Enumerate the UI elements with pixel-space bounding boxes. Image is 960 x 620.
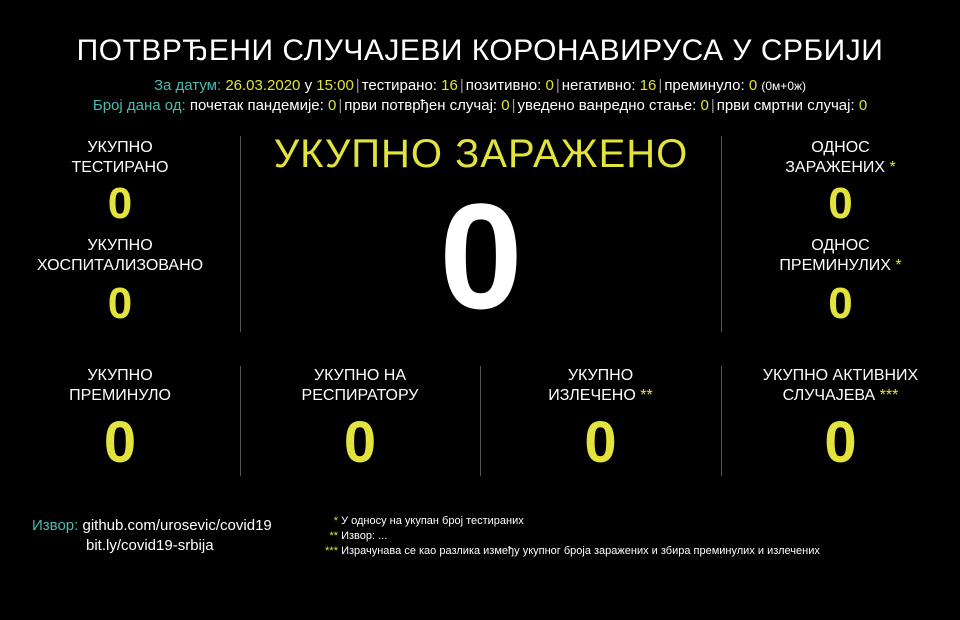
- page-title: ПОТВРЂЕНИ СЛУЧАЈЕВИ КОРОНАВИРУСА У СРБИЈ…: [76, 34, 884, 67]
- footnote: *** Израчунава се као разлика између уку…: [318, 544, 820, 559]
- emergency-value: 0: [700, 97, 709, 114]
- footnote-mark: **: [640, 387, 653, 404]
- deceased-value: 0: [748, 77, 758, 94]
- stat-deceased-ratio: ОДНОС ПРЕМИНУЛИХ * 0: [721, 236, 960, 328]
- date-label: За датум:: [153, 77, 222, 94]
- tested-label: тестирано:: [361, 77, 437, 94]
- footnote-text: Израчунава се као разлика између укупног…: [341, 545, 820, 557]
- stat-on-respirator: УКУПНО НА РЕСПИРАТОРУ 0: [240, 366, 480, 474]
- stat-label: ПРЕМИНУЛИХ *: [721, 256, 960, 276]
- positive-label: позитивно:: [465, 77, 542, 94]
- stat-label: ОДНОС: [811, 139, 870, 156]
- separator: |: [459, 77, 464, 94]
- stat-label: РЕСПИРАТОРУ: [301, 387, 419, 404]
- negative-label: негативно:: [561, 77, 636, 94]
- footnote-text: Извор: ...: [341, 530, 388, 542]
- total-infected-label: УКУПНО ЗАРАЖЕНО: [273, 132, 689, 176]
- stat-total-deceased: УКУПНО ПРЕМИНУЛО 0: [0, 366, 240, 474]
- footnote-mark: ***: [325, 545, 338, 557]
- emergency-label: уведено ванредно стање:: [517, 97, 697, 114]
- stat-label: УКУПНО НА: [314, 367, 406, 384]
- stat-label: УКУПНО: [87, 139, 153, 156]
- at-label: у: [304, 77, 313, 94]
- stat-value: 0: [103, 410, 137, 475]
- stat-value: 0: [824, 410, 857, 475]
- first-case-label: први потврђен случај:: [344, 97, 498, 114]
- stat-label: ЗАРАЖЕНИХ *: [721, 158, 960, 178]
- tested-value: 16: [441, 77, 458, 94]
- first-case-value: 0: [501, 97, 510, 114]
- stat-value: 0: [107, 279, 133, 328]
- stat-label: ХОСПИТАЛИЗОВАНО: [36, 257, 204, 274]
- negative-value: 16: [639, 77, 657, 94]
- separator: |: [710, 97, 715, 114]
- stat-infected-ratio: ОДНОС ЗАРАЖЕНИХ * 0: [721, 138, 960, 228]
- deceased-detail: (0м+0ж): [761, 79, 807, 93]
- source-label: Извор:: [32, 517, 79, 534]
- stat-label: УКУПНО: [87, 367, 153, 384]
- stat-label-text: СЛУЧАЈЕВА: [782, 387, 876, 404]
- info-line-days: Број дана од: почетак пандемије: 0 | први …: [0, 97, 960, 114]
- stat-label: ПРЕМИНУЛО: [69, 387, 171, 404]
- stat-total-hospitalized: УКУПНО ХОСПИТАЛИЗОВАНО 0: [0, 236, 240, 328]
- stat-label: УКУПНО: [87, 237, 153, 254]
- footnote-mark: *: [333, 515, 338, 527]
- info-line-date: За датум: 26.03.2020 у 15:00 | тестирано: …: [0, 77, 960, 94]
- positive-value: 0: [545, 77, 554, 94]
- footnote-text: У односу на укупан број тестираних: [341, 515, 524, 527]
- deceased-label: преминуло:: [664, 77, 745, 94]
- stat-value: 0: [107, 179, 133, 228]
- footnote: ** Извор: ...: [318, 529, 820, 544]
- footnotes: * У односу на укупан број тестираних ** …: [318, 514, 820, 559]
- stat-label-text: ПРЕМИНУЛИХ: [779, 257, 891, 274]
- stat-label: УКУПНО АКТИВНИХ: [762, 367, 919, 384]
- stat-label: УКУПНО: [567, 367, 634, 384]
- date-value: 26.03.2020: [225, 77, 301, 94]
- stat-value: 0: [584, 410, 617, 475]
- days-label: Број дана од:: [92, 97, 186, 114]
- source-link-bitly[interactable]: bit.ly/covid19-srbija: [86, 537, 214, 554]
- stat-recovered: УКУПНО ИЗЛЕЧЕНО ** 0: [480, 366, 721, 474]
- separator: |: [511, 97, 516, 114]
- stat-label: ТЕСТИРАНО: [71, 159, 169, 176]
- footnote-mark: **: [329, 530, 338, 542]
- stat-active: УКУПНО АКТИВНИХ СЛУЧАЈЕВА *** 0: [721, 366, 960, 474]
- total-infected-value: 0: [439, 172, 523, 340]
- stat-label: ИЗЛЕЧЕНО **: [480, 386, 721, 406]
- stat-value: 0: [828, 279, 853, 328]
- stat-value: 0: [828, 179, 853, 228]
- pandemic-label: почетак пандемије:: [189, 97, 324, 114]
- first-death-label: први смртни случај:: [716, 97, 855, 114]
- separator: |: [355, 77, 360, 94]
- stat-label: ОДНОС: [811, 237, 870, 254]
- source-link-github[interactable]: github.com/urosevic/covid19: [82, 517, 271, 534]
- footnote-mark: *: [889, 159, 896, 176]
- stat-value: 0: [343, 410, 377, 475]
- footnote-mark: *: [895, 257, 902, 274]
- separator: |: [555, 77, 560, 94]
- time-value: 15:00: [316, 77, 354, 94]
- footnote-mark: ***: [879, 387, 899, 404]
- stat-total-tested: УКУПНО ТЕСТИРАНО 0: [0, 138, 240, 228]
- first-death-value: 0: [858, 97, 868, 114]
- stat-label-text: ЗАРАЖЕНИХ: [785, 159, 886, 176]
- source-block: Извор: github.com/urosevic/covid19 bit.l…: [32, 516, 272, 556]
- footnote: * У односу на укупан број тестираних: [318, 514, 820, 529]
- stat-label: СЛУЧАЈЕВА ***: [721, 386, 960, 406]
- stat-label-text: ИЗЛЕЧЕНО: [548, 387, 636, 404]
